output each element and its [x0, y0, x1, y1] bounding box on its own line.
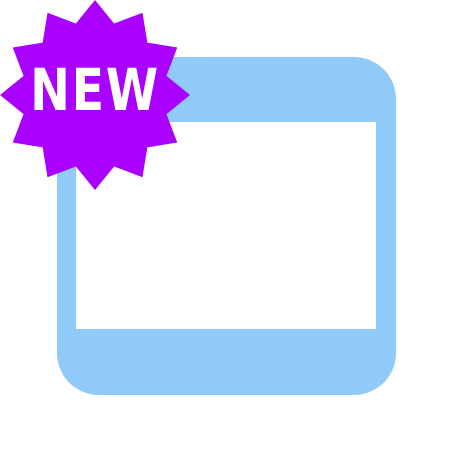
badge-label: NEW: [30, 56, 160, 124]
new-window-icon: NEW: [0, 0, 452, 452]
new-badge: NEW: [0, 0, 190, 190]
